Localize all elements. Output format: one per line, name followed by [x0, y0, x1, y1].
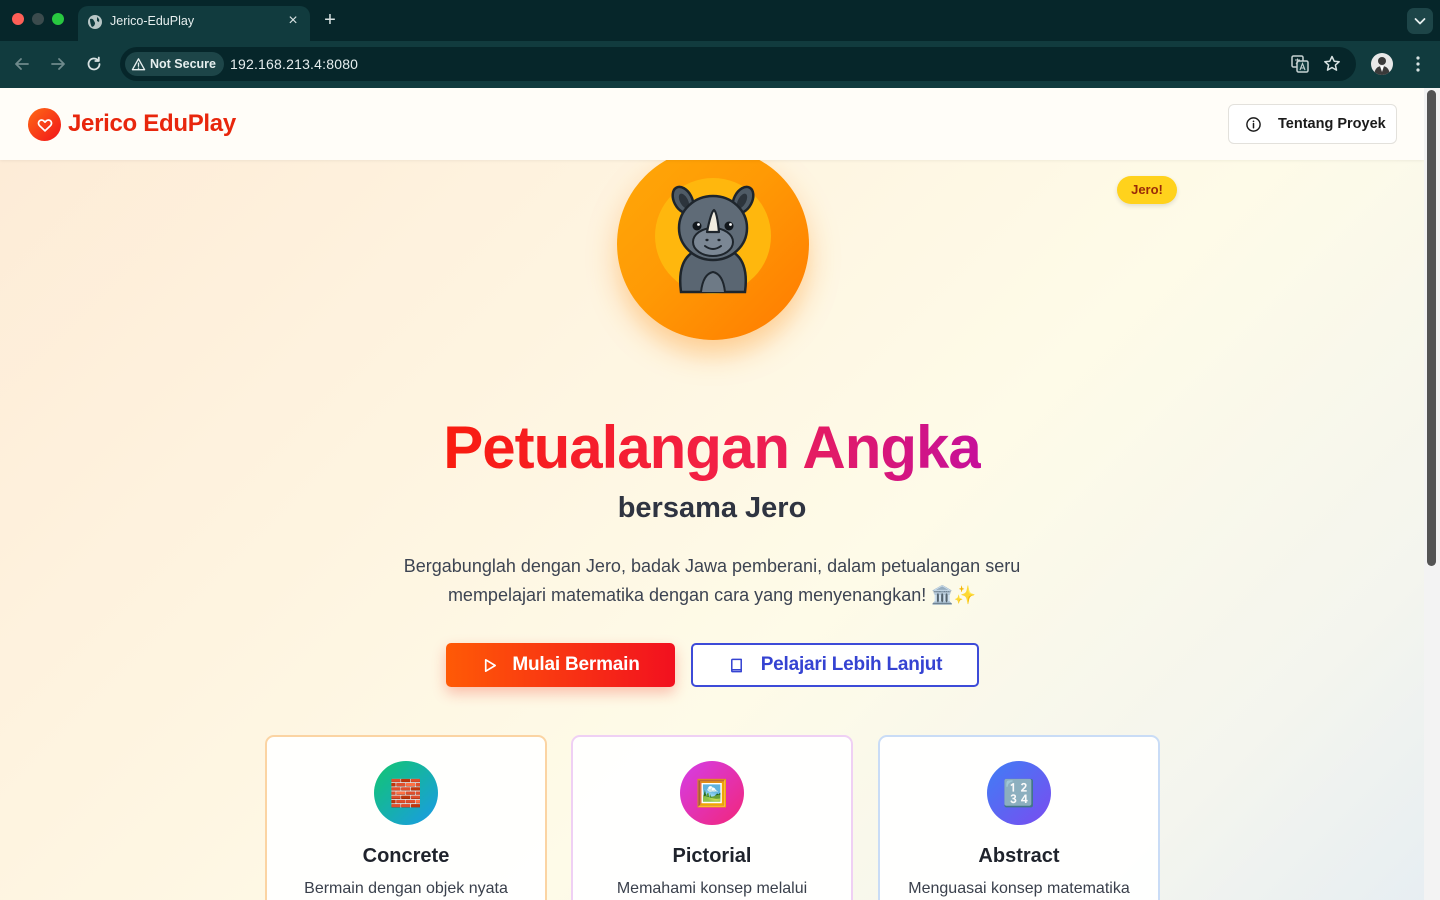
card-concrete: 🧱 Concrete Bermain dengan objek nyata: [265, 735, 547, 900]
window-maximize-button[interactable]: [52, 13, 64, 25]
address-bar[interactable]: Not Secure 192.168.213.4:8080: [120, 47, 1356, 81]
bricks-icon: 🧱: [374, 761, 438, 825]
hero-title: Petualangan Angka: [0, 412, 1424, 484]
learn-more-button[interactable]: Pelajari Lebih Lanjut: [691, 643, 979, 687]
scrollbar-thumb[interactable]: [1427, 90, 1436, 566]
window-close-button[interactable]: [12, 13, 24, 25]
browser-tab[interactable]: Jerico-EduPlay ×: [78, 6, 310, 41]
jero-badge: Jero!: [1117, 176, 1177, 204]
play-icon: [485, 658, 497, 672]
page-viewport: Jerico EduPlay Tentang Proyek Jero! Petu…: [0, 88, 1424, 900]
hero-description: Bergabunglah dengan Jero, badak Jawa pem…: [403, 556, 1021, 605]
hero-title-text: Petualangan Angka: [443, 414, 982, 481]
book-icon: [730, 658, 742, 672]
tab-close-icon[interactable]: ×: [284, 12, 302, 30]
security-label: Not Secure: [150, 57, 216, 71]
profile-avatar[interactable]: [1371, 53, 1393, 75]
card-title: Concrete: [362, 845, 450, 867]
logo-text[interactable]: Jerico EduPlay: [68, 110, 236, 138]
card-description: Bermain dengan objek nyata: [304, 880, 508, 897]
window-minimize-button[interactable]: [32, 13, 44, 25]
url-text[interactable]: 192.168.213.4:8080: [230, 56, 358, 72]
info-icon: [1246, 116, 1261, 132]
person-icon: [1374, 57, 1390, 75]
card-abstract: 🔢 Abstract Menguasai konsep matematika: [878, 735, 1160, 900]
card-pictorial: 🖼️ Pictorial Memahami konsep melalui: [571, 735, 853, 900]
logo-mark[interactable]: [28, 108, 61, 141]
about-project-button[interactable]: Tentang Proyek: [1228, 104, 1397, 144]
tab-title: Jerico-EduPlay: [110, 14, 195, 28]
globe-icon: [88, 15, 102, 29]
new-tab-button[interactable]: +: [320, 10, 340, 30]
browser-tab-bar: Jerico-EduPlay × +: [0, 0, 1440, 41]
learn-more-label: Pelajari Lebih Lanjut: [760, 654, 943, 675]
page-scrollbar[interactable]: [1424, 88, 1440, 900]
chevron-down-icon: [1414, 18, 1426, 25]
back-arrow-icon[interactable]: [11, 53, 33, 75]
about-project-label: Tentang Proyek: [1278, 116, 1386, 132]
hero-subtitle: bersama Jero: [617, 492, 807, 524]
card-title: Pictorial: [672, 845, 752, 867]
mascot-avatar: [617, 148, 809, 340]
heart-icon: [37, 118, 52, 132]
card-description: Memahami konsep melalui: [616, 880, 808, 897]
picture-icon: 🖼️: [680, 761, 744, 825]
card-description: Menguasai konsep matematika: [908, 880, 1130, 897]
warning-icon: [131, 57, 146, 70]
forward-arrow-icon[interactable]: [47, 53, 69, 75]
rhino-mascot-icon: [671, 185, 755, 294]
bookmark-star-icon[interactable]: [1321, 53, 1343, 75]
start-playing-button[interactable]: Mulai Bermain: [446, 643, 675, 687]
start-playing-label: Mulai Bermain: [512, 654, 640, 675]
translate-icon[interactable]: [1289, 53, 1311, 75]
tab-search-button[interactable]: [1407, 8, 1433, 34]
browser-toolbar: Not Secure 192.168.213.4:8080: [0, 41, 1440, 88]
security-indicator[interactable]: Not Secure: [125, 52, 224, 76]
reload-icon[interactable]: [83, 53, 105, 75]
card-title: Abstract: [978, 845, 1060, 867]
more-vertical-icon[interactable]: [1407, 53, 1429, 75]
numbers-icon: 🔢: [987, 761, 1051, 825]
site-header: Jerico EduPlay Tentang Proyek: [0, 88, 1424, 160]
